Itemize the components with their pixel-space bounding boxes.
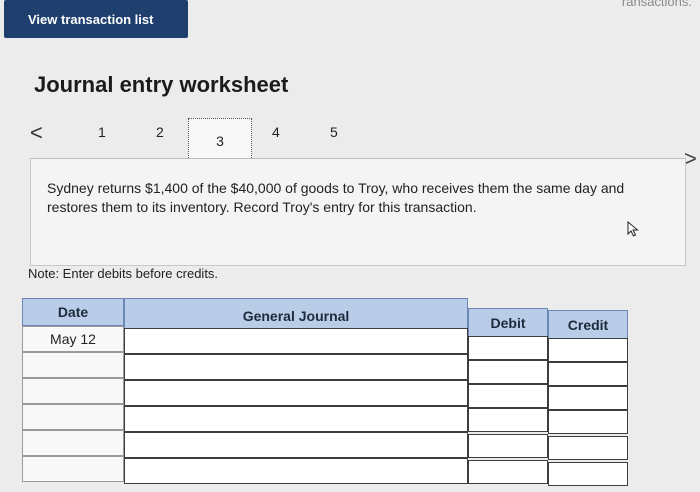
debit-input[interactable] (468, 460, 548, 484)
date-cell (22, 352, 124, 378)
account-input[interactable] (124, 432, 468, 458)
page-5-tab[interactable]: 5 (330, 124, 338, 140)
previous-page-icon[interactable]: < (30, 120, 43, 146)
page-1-tab[interactable]: 1 (98, 124, 106, 140)
date-cell: May 12 (22, 326, 124, 352)
debit-column-header: Debit (468, 308, 548, 338)
date-cell (22, 456, 124, 482)
debit-input[interactable] (468, 384, 548, 408)
account-input[interactable] (124, 458, 468, 484)
date-cell (22, 430, 124, 456)
credit-input[interactable] (548, 462, 628, 486)
debit-input[interactable] (468, 434, 548, 458)
credit-input[interactable] (548, 410, 628, 434)
credit-input[interactable] (548, 362, 628, 386)
date-cell (22, 404, 124, 430)
instruction-text: Sydney returns $1,400 of the $40,000 of … (47, 180, 625, 215)
debit-input[interactable] (468, 408, 548, 432)
debits-credits-note: Note: Enter debits before credits. (28, 266, 219, 281)
date-column-header: Date (22, 298, 124, 326)
credit-column-header: Credit (548, 310, 628, 340)
page-2-tab[interactable]: 2 (156, 124, 164, 140)
instruction-panel: Sydney returns $1,400 of the $40,000 of … (30, 158, 686, 266)
worksheet-title: Journal entry worksheet (34, 72, 289, 97)
partial-header-text: ransactions. (621, 0, 692, 9)
credit-input[interactable] (548, 338, 628, 362)
account-input[interactable] (124, 354, 468, 380)
debit-input[interactable] (468, 360, 548, 384)
account-input[interactable] (124, 328, 468, 354)
view-transaction-list-button[interactable]: View transaction list (4, 0, 188, 38)
page-4-tab[interactable]: 4 (272, 124, 280, 140)
journal-entry-table: Date General Journal Debit Credit May 12 (22, 298, 628, 488)
date-cell (22, 378, 124, 404)
debit-input[interactable] (468, 336, 548, 360)
mouse-cursor-icon (627, 221, 639, 237)
account-input[interactable] (124, 380, 468, 406)
credit-input[interactable] (548, 436, 628, 460)
account-input[interactable] (124, 406, 468, 432)
credit-input[interactable] (548, 386, 628, 410)
